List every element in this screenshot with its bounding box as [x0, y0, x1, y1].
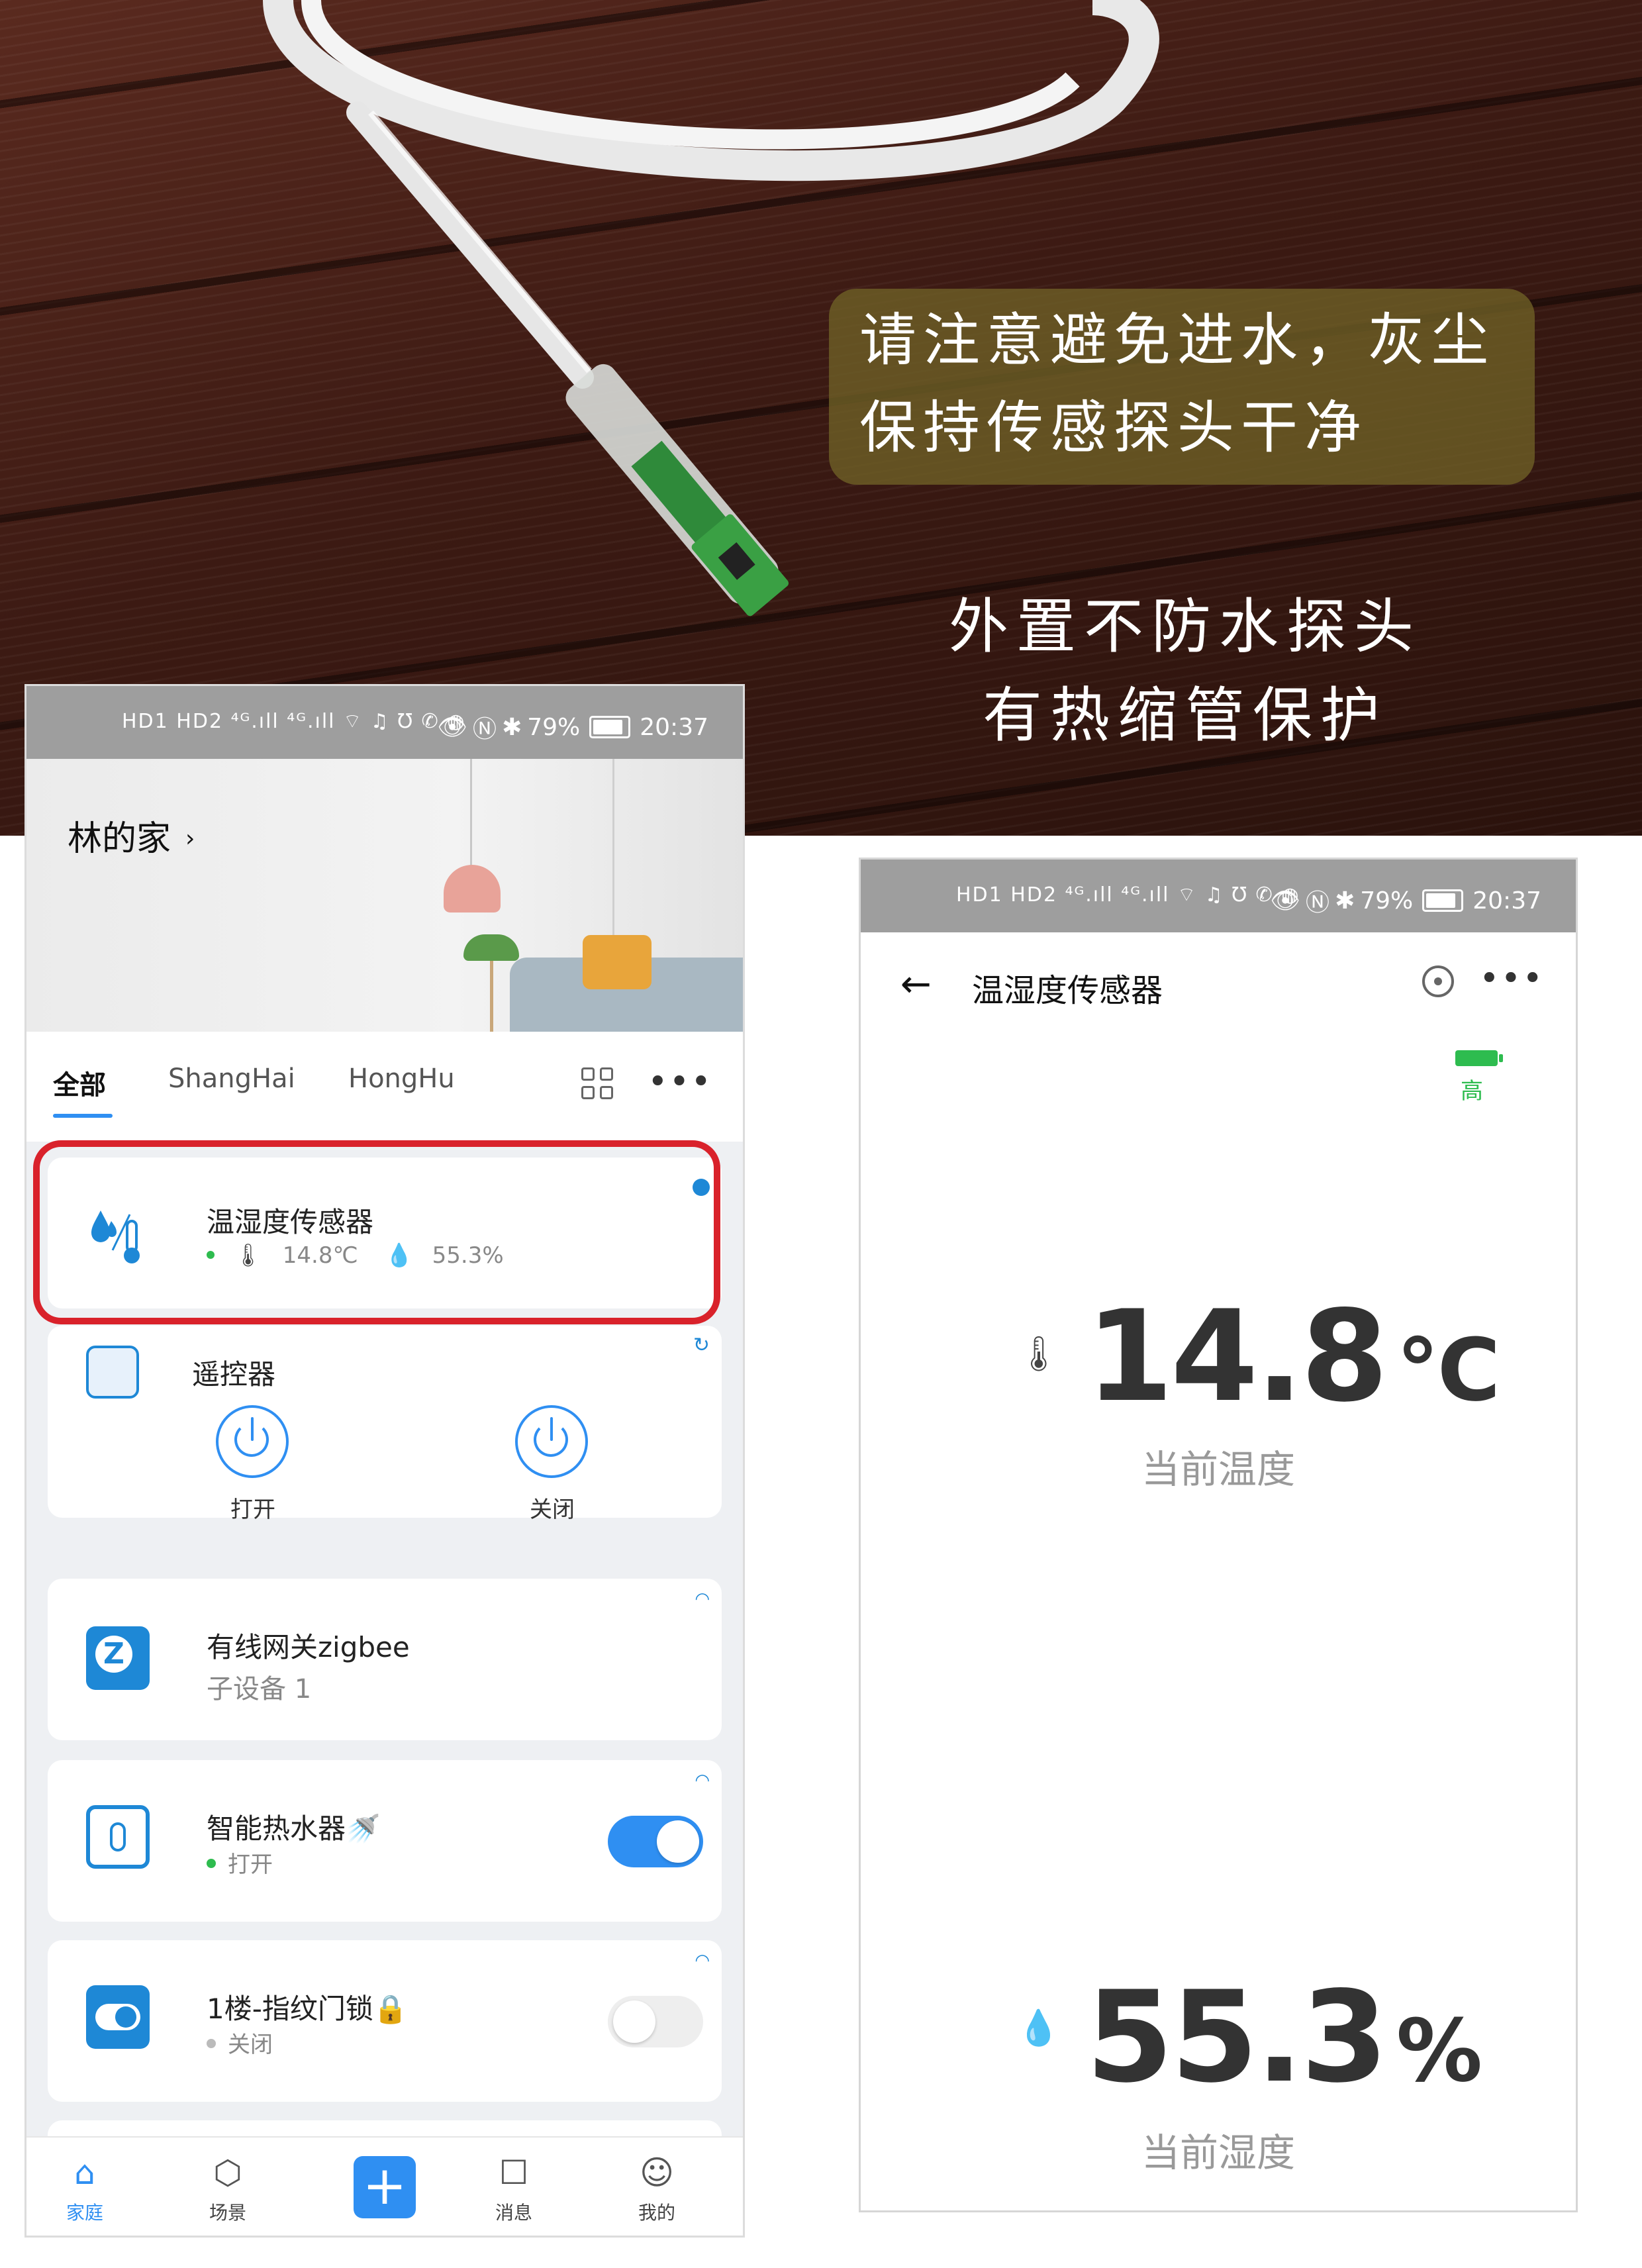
back-arrow-icon[interactable]: ← — [900, 963, 932, 1006]
status-bar: HD1 HD2 ⁴ᴳ.ıll ⁴ᴳ.ıll ⌔ ♫ Ʊ ✆ ◍ 👁 Ⓝ ✱ 79… — [26, 686, 743, 759]
sensor-detail-screen: HD1 HD2 ⁴ᴳ.ıll ⁴ᴳ.ıll ⌔ ♫ Ʊ ✆ ◍ 👁 Ⓝ ✱ 79… — [861, 860, 1576, 2210]
bluetooth-icon: ✱ — [1335, 887, 1355, 914]
sensor-highlight-box — [33, 1140, 720, 1324]
tab-honghu[interactable]: HongHu — [348, 1063, 455, 1094]
humidity-unit: % — [1396, 2000, 1483, 2101]
wifi-icon: ◠ — [695, 1951, 710, 1971]
plant — [463, 934, 519, 961]
humidity-label: 当前湿度 — [1141, 2130, 1295, 2175]
more-icon[interactable]: ••• — [648, 1062, 712, 1102]
humidity-value: 55.3% — [1086, 1964, 1482, 2110]
status-bar: HD1 HD2 ⁴ᴳ.ıll ⁴ᴳ.ıll ⌔ ♫ Ʊ ✆ ◍ 👁 Ⓝ ✱ 79… — [861, 860, 1576, 932]
home-banner: 林的家 › — [26, 759, 743, 1034]
power-on-label: 打开 — [230, 1497, 275, 1523]
room-tabs: 全部 ShangHai HongHu ••• — [26, 1032, 743, 1142]
device-card-water-heater[interactable]: 智能热水器🚿 打开 ◠ — [48, 1760, 722, 1922]
nfc-icon: Ⓝ — [1306, 889, 1330, 916]
clock: 20:37 — [640, 713, 708, 741]
warning-callout-text: 请注意避免进水，灰尘 保持传感探头干净 — [859, 307, 1495, 461]
bluetooth-icon: ✱ — [502, 713, 522, 741]
zigbee-gateway-icon: Z — [86, 1626, 150, 1690]
active-tab-indicator — [53, 1114, 113, 1118]
device-status: 打开 — [228, 1851, 273, 1878]
message-icon: ☐ — [499, 2153, 529, 2192]
thermometer-icon: 🌡 — [1017, 1334, 1061, 1374]
eye-icon: 👁 — [1270, 887, 1301, 914]
power-off-label: 关闭 — [530, 1497, 575, 1523]
battery-icon — [1422, 889, 1464, 912]
scene-icon: ⬡ — [213, 2153, 242, 2192]
power-off-button[interactable] — [515, 1405, 588, 1478]
tab-shanghai[interactable]: ShangHai — [168, 1063, 295, 1094]
home-selector[interactable]: 林的家 › — [68, 811, 195, 860]
temperature-unit: ℃ — [1396, 1320, 1501, 1420]
home-screen: HD1 HD2 ⁴ᴳ.ıll ⁴ᴳ.ıll ⌔ ♫ Ʊ ✆ ◍ 👁 Ⓝ ✱ 79… — [26, 686, 743, 2236]
door-lock-toggle[interactable] — [608, 1996, 703, 2047]
home-icon: ⌂ — [74, 2153, 95, 2192]
door-lock-icon — [86, 1985, 150, 2049]
pendant-lamp — [444, 865, 501, 912]
probe-caption: 外置不防水探头 有热缩管保护 — [949, 592, 1422, 750]
temperature-number: 14.8 — [1086, 1283, 1388, 1430]
device-card-zigbee[interactable]: Z 有线网关zigbee 子设备 1 ◠ — [48, 1579, 722, 1740]
status-icons: HD1 HD2 ⁴ᴳ.ıll ⁴ᴳ.ıll ⌔ ♫ Ʊ ✆ ◍ — [956, 883, 1300, 907]
temperature-label: 当前温度 — [1141, 1447, 1295, 1492]
battery-percent: 79% — [1360, 887, 1414, 914]
wifi-icon: ◠ — [695, 1589, 710, 1609]
pillow — [583, 935, 652, 989]
eye-icon: 👁 — [437, 714, 468, 741]
online-dot — [207, 1859, 216, 1868]
tab-all[interactable]: 全部 — [53, 1063, 106, 1102]
chevron-right-icon: › — [185, 825, 195, 852]
battery-level-label: 高 — [1461, 1078, 1483, 1105]
battery-percent: 79% — [527, 713, 581, 741]
power-on-button[interactable] — [216, 1405, 289, 1478]
refresh-icon: ↻ — [693, 1334, 710, 1357]
page-title: 温湿度传感器 — [972, 972, 1163, 1009]
home-name: 林的家 — [68, 819, 171, 859]
nav-home[interactable]: ⌂ 家庭 — [45, 2149, 124, 2225]
nav-scene[interactable]: ⬡ 场景 — [188, 2149, 267, 2225]
nav-message-label: 消息 — [495, 2202, 532, 2224]
offline-dot — [207, 2039, 216, 2048]
device-status: 关闭 — [228, 2032, 273, 2058]
status-icons: HD1 HD2 ⁴ᴳ.ıll ⁴ᴳ.ıll ⌔ ♫ Ʊ ✆ ◍ — [122, 710, 466, 733]
remote-icon — [86, 1346, 139, 1399]
bottom-nav: ⌂ 家庭 ⬡ 场景 + ☐ 消息 ☺ 我的 — [26, 2136, 743, 2236]
nav-profile-label: 我的 — [638, 2202, 675, 2224]
device-name: 有线网关zigbee — [207, 1631, 410, 1663]
nav-message[interactable]: ☐ 消息 — [474, 2149, 554, 2225]
nfc-icon: Ⓝ — [473, 716, 497, 743]
device-card-door-lock[interactable]: 1楼-指纹门锁🔒 关闭 ◠ — [48, 1940, 722, 2102]
battery-icon — [589, 716, 631, 738]
water-heater-toggle[interactable] — [608, 1816, 703, 1867]
temperature-value: 14.8 ℃ — [1086, 1283, 1500, 1430]
nav-profile[interactable]: ☺ 我的 — [617, 2149, 697, 2225]
wifi-icon: ◠ — [695, 1771, 710, 1791]
clock: 20:37 — [1473, 887, 1541, 914]
add-icon[interactable]: + — [354, 2156, 416, 2218]
device-card-remote[interactable]: 遥控器 ↻ 打开 关闭 — [48, 1326, 722, 1523]
more-icon[interactable]: ••• — [1479, 959, 1544, 999]
nav-scene-label: 场景 — [209, 2202, 246, 2224]
device-name: 智能热水器🚿 — [207, 1812, 381, 1845]
camera-icon[interactable] — [1422, 965, 1454, 997]
sub-device-count: 子设备 1 — [207, 1674, 312, 1704]
humidity-number: 55.3 — [1086, 1964, 1388, 2110]
battery-level-icon — [1455, 1050, 1503, 1066]
detail-header: ← 温湿度传感器 ••• — [861, 932, 1576, 1032]
device-name: 遥控器 — [192, 1358, 276, 1391]
nav-home-label: 家庭 — [66, 2202, 103, 2224]
water-heater-icon — [86, 1805, 150, 1869]
profile-icon: ☺ — [639, 2153, 675, 2192]
grid-view-icon[interactable] — [581, 1067, 616, 1102]
droplet-icon: 💧 — [1017, 2008, 1060, 2048]
device-name: 1楼-指纹门锁🔒 — [207, 1993, 409, 2025]
